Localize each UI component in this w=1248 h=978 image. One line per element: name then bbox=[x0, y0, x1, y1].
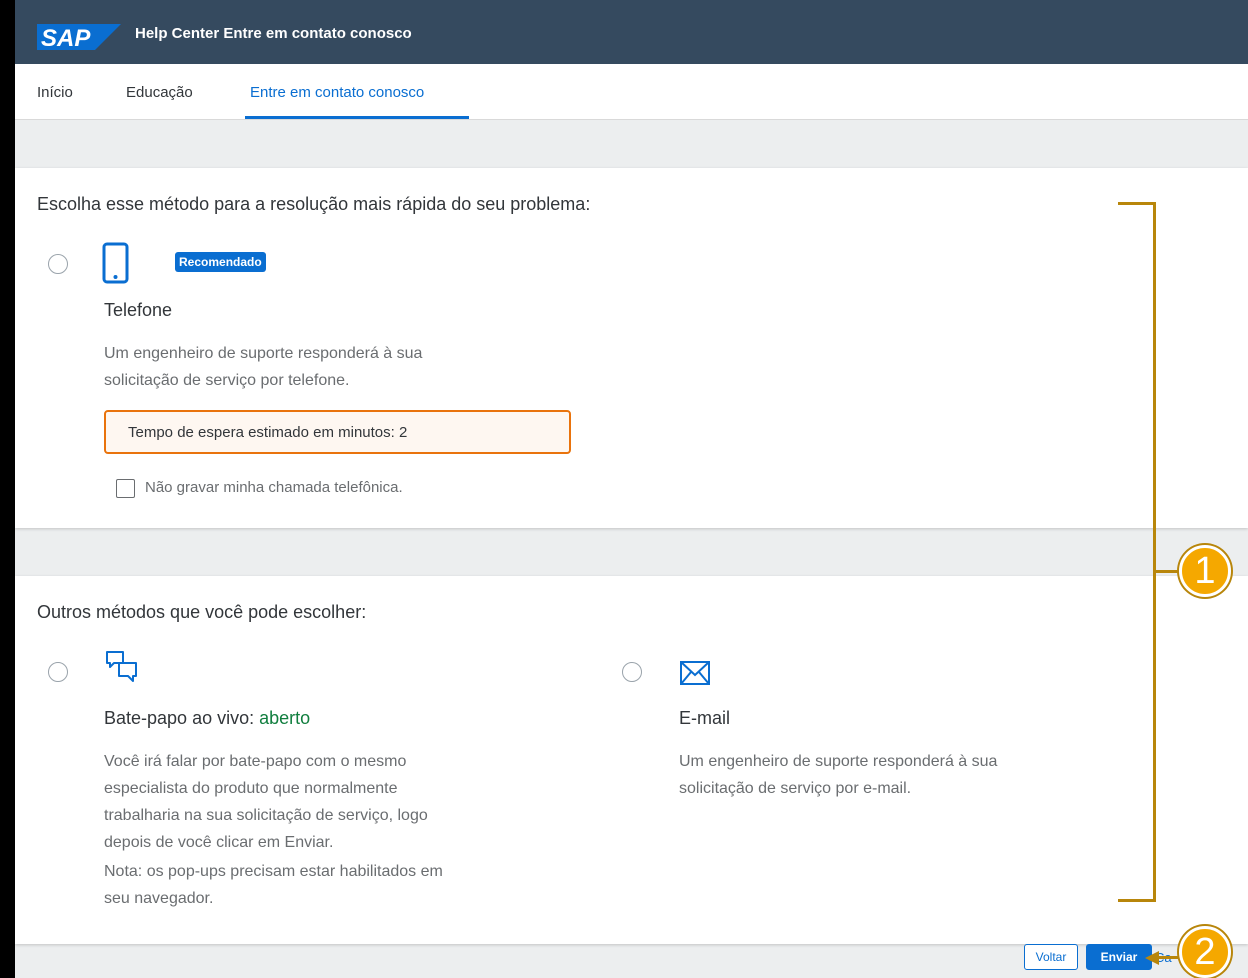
no-record-label[interactable]: Não gravar minha chamada telefônica. bbox=[145, 479, 403, 496]
active-tab-indicator bbox=[245, 116, 469, 119]
chat-description-line3: trabalharia na sua solicitação de serviç… bbox=[104, 807, 428, 824]
other-methods-card: Outros métodos que você pode escolher: B… bbox=[15, 576, 1248, 944]
annotation-bracket-bottom bbox=[1118, 899, 1156, 902]
chat-title-label: Bate-papo ao vivo: bbox=[104, 708, 255, 728]
chat-title: Bate-papo ao vivo: aberto bbox=[104, 708, 310, 729]
annotation-arrow-head-icon bbox=[1145, 951, 1159, 965]
chat-description-line2: especialista do produto que normalmente bbox=[104, 780, 398, 797]
wait-time-box: Tempo de espera estimado em minutos: 2 bbox=[104, 410, 571, 454]
primary-method-card: Escolha esse método para a resolução mai… bbox=[15, 168, 1248, 528]
send-button[interactable]: Enviar bbox=[1086, 944, 1152, 970]
chat-bubbles-icon bbox=[106, 651, 137, 682]
chat-description-line1: Você irá falar por bate-papo com o mesmo bbox=[104, 753, 407, 770]
chat-status: aberto bbox=[259, 708, 311, 728]
no-record-checkbox[interactable] bbox=[116, 479, 135, 498]
phone-radio[interactable] bbox=[48, 254, 68, 274]
email-description-line1: Um engenheiro de suporte responderá à su… bbox=[679, 753, 998, 770]
email-title: E-mail bbox=[679, 708, 731, 728]
envelope-icon bbox=[680, 661, 710, 685]
phone-description-line1: Um engenheiro de suporte responderá à su… bbox=[104, 345, 423, 362]
primary-section-heading: Escolha esse método para a resolução mai… bbox=[37, 194, 591, 214]
other-section-heading: Outros métodos que você pode escolher: bbox=[37, 602, 367, 622]
phone-description-line2: solicitação de serviço por telefone. bbox=[104, 372, 350, 389]
tab-bar: Início Educação Entre em contato conosco bbox=[15, 64, 1248, 120]
chat-radio[interactable] bbox=[48, 662, 68, 682]
email-radio[interactable] bbox=[622, 662, 642, 682]
tab-educacao[interactable]: Educação bbox=[126, 84, 193, 101]
annotation-bracket-vertical bbox=[1153, 202, 1156, 902]
annotation-marker-2: 2 bbox=[1179, 926, 1231, 978]
back-button[interactable]: Voltar bbox=[1024, 944, 1078, 970]
wait-time-text: Tempo de espera estimado em minutos: 2 bbox=[128, 424, 408, 441]
phone-title: Telefone bbox=[104, 300, 173, 320]
shell-title: Help Center Entre em contato conosco bbox=[135, 25, 412, 42]
tab-inicio[interactable]: Início bbox=[37, 84, 73, 101]
chat-note-line1: Nota: os pop-ups precisam estar habilita… bbox=[104, 863, 443, 880]
tab-contato[interactable]: Entre em contato conosco bbox=[250, 84, 424, 101]
annotation-bracket-top bbox=[1118, 202, 1156, 205]
chat-note-line2: seu navegador. bbox=[104, 890, 214, 907]
svg-text:SAP: SAP bbox=[41, 25, 91, 50]
email-description-line2: solicitação de serviço por e-mail. bbox=[679, 780, 912, 797]
shell-bar: SAP Help Center Entre em contato conosco bbox=[15, 0, 1248, 64]
annotation-marker-1: 1 bbox=[1179, 545, 1231, 597]
sap-logo[interactable]: SAP bbox=[37, 24, 121, 50]
recommended-badge: Recomendado bbox=[175, 252, 266, 272]
smartphone-icon bbox=[102, 242, 129, 284]
help-center-app: SAP Help Center Entre em contato conosco… bbox=[15, 0, 1248, 978]
chat-description-line4: depois de você clicar em Enviar. bbox=[104, 834, 334, 851]
